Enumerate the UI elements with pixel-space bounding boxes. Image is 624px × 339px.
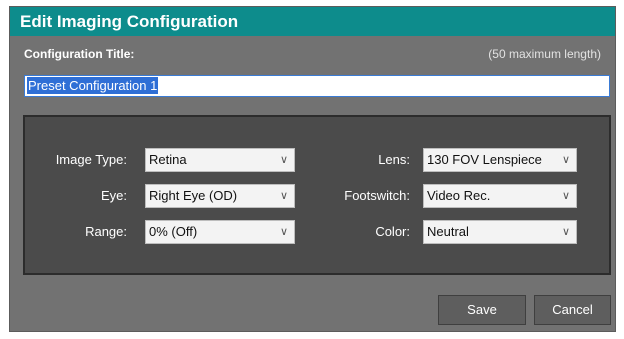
lens-label: Lens: (378, 152, 410, 167)
cancel-button[interactable]: Cancel (534, 295, 611, 325)
chevron-down-icon: ∨ (279, 154, 288, 166)
configuration-title-input[interactable]: Preset Configuration 1 (24, 75, 610, 97)
footswitch-value: Video Rec. (427, 188, 491, 203)
dialog-title: Edit Imaging Configuration (10, 7, 615, 36)
chevron-down-icon: ∨ (279, 190, 288, 202)
color-value: Neutral (427, 224, 469, 239)
eye-label: Eye: (100, 188, 127, 203)
color-label: Color: (375, 224, 410, 239)
chevron-down-icon: ∨ (561, 154, 570, 166)
configuration-title-value: Preset Configuration 1 (27, 77, 159, 94)
chevron-down-icon: ∨ (561, 226, 570, 238)
edit-imaging-configuration-dialog: Edit Imaging Configuration Configuration… (9, 6, 616, 332)
image-type-select[interactable]: Retina ∨ (145, 148, 295, 172)
settings-panel: Image Type: Retina ∨ Eye: Right Eye (OD)… (23, 115, 611, 275)
configuration-title-hint: (50 maximum length) (488, 47, 601, 61)
range-value: 0% (Off) (149, 224, 198, 239)
image-type-value: Retina (149, 152, 187, 167)
chevron-down-icon: ∨ (279, 226, 288, 238)
configuration-title-label: Configuration Title: (24, 47, 135, 61)
color-select[interactable]: Neutral ∨ (423, 220, 577, 244)
eye-value: Right Eye (OD) (149, 188, 238, 203)
lens-select[interactable]: 130 FOV Lenspiece ∨ (423, 148, 577, 172)
footswitch-label: Footswitch: (344, 188, 410, 203)
range-select[interactable]: 0% (Off) ∨ (145, 220, 295, 244)
range-label: Range: (85, 224, 127, 239)
eye-select[interactable]: Right Eye (OD) ∨ (145, 184, 295, 208)
image-type-label: Image Type: (55, 152, 127, 167)
chevron-down-icon: ∨ (561, 190, 570, 202)
save-button[interactable]: Save (438, 295, 526, 325)
lens-value: 130 FOV Lenspiece (427, 152, 542, 167)
footswitch-select[interactable]: Video Rec. ∨ (423, 184, 577, 208)
